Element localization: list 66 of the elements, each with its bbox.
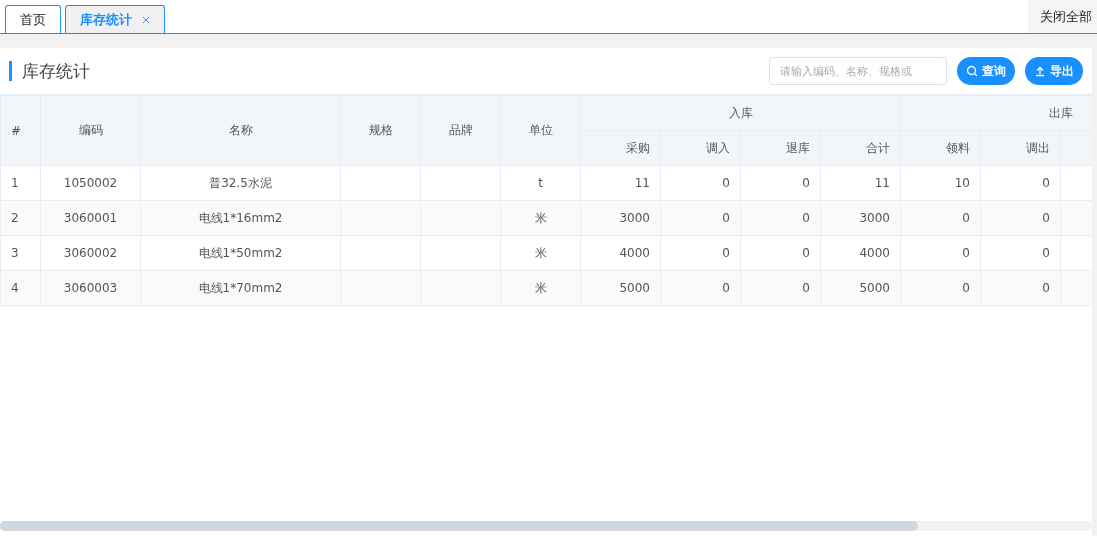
- column-group-header: 入库: [580, 95, 901, 131]
- close-all-button[interactable]: 关闭全部: [1028, 0, 1097, 33]
- column-header: 退库: [740, 130, 821, 166]
- table-cell: 3060002: [63, 246, 118, 260]
- table-cell: 0: [722, 176, 730, 190]
- column-header: 单位: [500, 95, 581, 166]
- table-cell: 3060001: [63, 211, 118, 225]
- table-cell: 1: [11, 176, 19, 190]
- table-cell: 0: [1042, 281, 1050, 295]
- column-header: #: [0, 95, 41, 166]
- table-cell: 普32.5水泥: [209, 175, 272, 190]
- table-cell: t: [538, 176, 543, 190]
- column-header: 采购: [580, 130, 661, 166]
- table-cell: 2: [11, 211, 19, 225]
- scrollbar-thumb[interactable]: [0, 521, 918, 531]
- table-cell: 0: [1042, 246, 1050, 260]
- table-cell: 0: [722, 246, 730, 260]
- column-header: 调出: [980, 130, 1061, 166]
- search-field[interactable]: 请输入编码、名称、规格或: [769, 57, 947, 85]
- search-button[interactable]: 查询: [957, 57, 1015, 85]
- table-cell: 0: [1042, 211, 1050, 225]
- table-cell: 电线1*50mm2: [198, 245, 283, 260]
- panel-title: 库存统计: [9, 61, 90, 81]
- table-cell: 4000: [619, 246, 650, 260]
- table-cell: 3: [11, 246, 19, 260]
- close-icon[interactable]: [142, 15, 150, 24]
- tab[interactable]: 库存统计: [65, 5, 165, 33]
- table-cell: 3000: [619, 211, 650, 225]
- table-cell: 0: [962, 281, 970, 295]
- table-cell: 0: [802, 246, 810, 260]
- table-cell: 0: [802, 211, 810, 225]
- table-cell: 0: [962, 211, 970, 225]
- table-cell: 0: [722, 211, 730, 225]
- table-cell: 电线1*16mm2: [198, 210, 283, 225]
- search-icon: [966, 65, 978, 77]
- column-header: 名称: [140, 95, 341, 166]
- table-cell: 3060003: [63, 281, 118, 295]
- horizontal-scrollbar[interactable]: [0, 521, 1092, 531]
- column-header: 合计: [820, 130, 901, 166]
- table-cell: 11: [634, 176, 650, 190]
- column-header: 领料: [900, 130, 981, 166]
- table-cell: 米: [534, 245, 547, 260]
- export-button[interactable]: 导出: [1025, 57, 1083, 85]
- table-cell: 0: [722, 281, 730, 295]
- table-cell: 0: [802, 281, 810, 295]
- table-cell: 4000: [859, 246, 890, 260]
- table-cell: 11: [874, 176, 890, 190]
- column-header: 调入: [660, 130, 741, 166]
- table-cell: 米: [534, 210, 547, 225]
- table-cell: 10: [954, 176, 970, 190]
- column-header: 品牌: [420, 95, 501, 166]
- table-cell: 1050002: [63, 176, 118, 190]
- column-header: 编码: [40, 95, 141, 166]
- table-cell: 电线1*70mm2: [198, 280, 283, 295]
- table-cell: 3000: [859, 211, 890, 225]
- tab[interactable]: 首页: [5, 5, 61, 33]
- upload-icon: [1034, 65, 1046, 77]
- table-cell: 5000: [859, 281, 890, 295]
- table-cell: 0: [1042, 176, 1050, 190]
- column-group-header: 出库: [900, 95, 1092, 131]
- table-cell: 0: [962, 246, 970, 260]
- table-cell: 0: [802, 176, 810, 190]
- table-cell: 5000: [619, 281, 650, 295]
- column-header: 规格: [340, 95, 421, 166]
- table-cell: 米: [534, 280, 547, 295]
- table-cell: 4: [11, 281, 19, 295]
